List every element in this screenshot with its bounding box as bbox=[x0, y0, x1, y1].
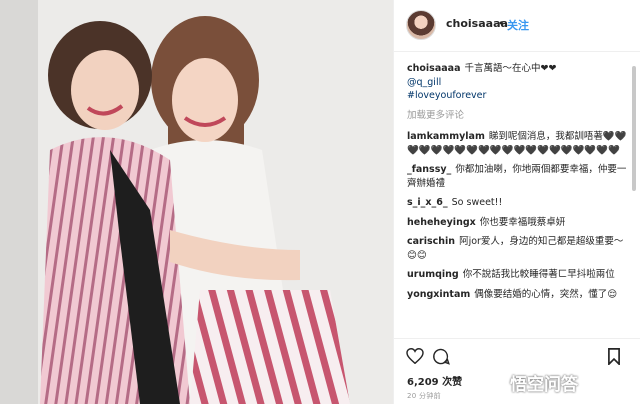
comment-text: 你不說話我比較睡得著ㄈ早抖啦兩位 bbox=[462, 269, 615, 280]
comment-text: 偶像要结婚的心情，突然，懂了😌 bbox=[474, 288, 618, 300]
comment-item: heheheyingx 你也要幸福哦蔡卓妍 bbox=[407, 216, 632, 230]
caption: choisaaaa 千言萬語～在心中❤❤ @q_gill #loveyoufore… bbox=[407, 62, 632, 103]
bookmark-icon[interactable] bbox=[607, 348, 621, 369]
watermark-text: 悟空问答 bbox=[510, 375, 578, 395]
comment-text: 你也要幸福哦蔡卓妍 bbox=[479, 216, 566, 228]
comments-scrollbar[interactable] bbox=[632, 66, 636, 191]
comment-item: _fanssy_ 你都加油喇，你地兩個都要幸福，仲要一齊辦婚禮 bbox=[407, 163, 632, 190]
comment-item: carischin 阿jor爱人，身边的知己都是超级重要～😊😊 bbox=[407, 235, 632, 262]
watermark-logo-icon bbox=[488, 373, 508, 393]
separator-dot: • bbox=[498, 17, 505, 30]
comment-item: urumqing 你不說話我比較睡得著ㄈ早抖啦兩位 bbox=[407, 268, 632, 282]
comment-icon[interactable] bbox=[432, 348, 450, 369]
load-more-comments[interactable]: 加载更多评论 bbox=[407, 109, 632, 123]
comment-item: lamkammylam 睇到呢個消息，我都訓唔著🖤🖤🖤🖤🖤🖤🖤🖤🖤🖤🖤🖤🖤🖤🖤🖤🖤… bbox=[407, 130, 632, 157]
post-header: choisaaaa • 关注 bbox=[394, 0, 640, 52]
post-photo[interactable] bbox=[0, 0, 393, 404]
watermark: 悟空问答 bbox=[488, 368, 638, 398]
comment-user[interactable]: carischin bbox=[407, 236, 455, 247]
heart-icon[interactable] bbox=[406, 347, 424, 368]
comment-user[interactable]: yongxintam bbox=[407, 289, 470, 300]
avatar[interactable] bbox=[406, 10, 436, 40]
post-sidebar: choisaaaa • 关注 choisaaaa 千言萬語～在心中❤❤ @q_gi… bbox=[393, 0, 640, 404]
action-bar bbox=[394, 338, 640, 369]
comment-user[interactable]: urumqing bbox=[407, 269, 459, 280]
comment-user[interactable]: heheheyingx bbox=[407, 217, 476, 228]
comment-user[interactable]: _fanssy_ bbox=[407, 164, 451, 175]
comment-text: So sweet!! bbox=[451, 197, 503, 208]
photo-illustration bbox=[0, 0, 393, 404]
comments-list[interactable]: choisaaaa 千言萬語～在心中❤❤ @q_gill #loveyoufore… bbox=[407, 62, 632, 334]
caption-hashtag[interactable]: #loveyouforever bbox=[407, 89, 632, 103]
comment-user[interactable]: lamkammylam bbox=[407, 131, 485, 142]
caption-text: 千言萬語～在心中❤❤ bbox=[464, 63, 557, 74]
comment-item: yongxintam 偶像要结婚的心情，突然，懂了😌 bbox=[407, 288, 632, 302]
comment-item: s_i_x_6_ So sweet!! bbox=[407, 196, 632, 210]
comment-user[interactable]: s_i_x_6_ bbox=[407, 197, 448, 208]
likes-count[interactable]: 6,209 次赞 bbox=[407, 373, 462, 388]
follow-button[interactable]: 关注 bbox=[507, 17, 529, 33]
caption-mention[interactable]: @q_gill bbox=[407, 76, 632, 90]
post-timestamp: 20 分钟前 bbox=[407, 392, 441, 400]
caption-user[interactable]: choisaaaa bbox=[407, 63, 460, 74]
